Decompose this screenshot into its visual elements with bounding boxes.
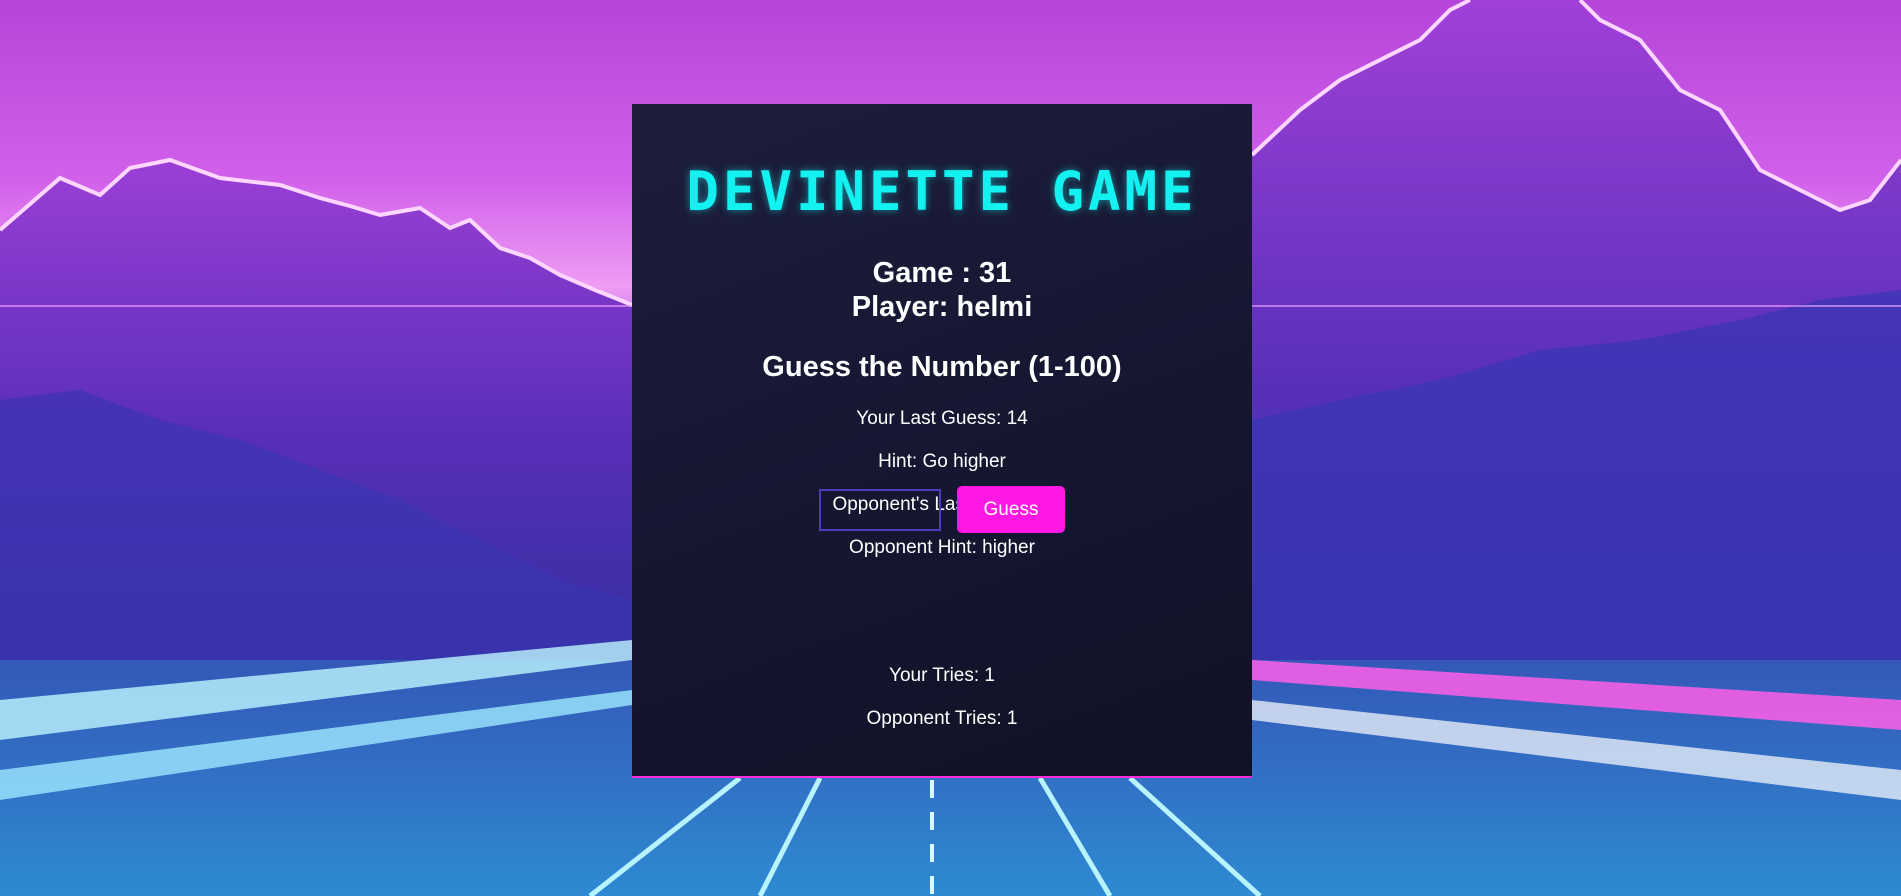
opponent-tries-text: Opponent Tries: 1: [866, 708, 1018, 729]
hint-text: Hint: Go higher: [878, 451, 1006, 472]
game-instructions: Guess the Number (1-100): [762, 351, 1122, 383]
player-name: Player: helmi: [851, 291, 1033, 323]
your-tries-text: Your Tries: 1: [889, 665, 995, 686]
guess-button[interactable]: Guess: [957, 486, 1065, 533]
game-panel: DEVINETTE GAME Game : 31 Player: helmi G…: [632, 104, 1252, 778]
last-guess-text: Your Last Guess: 14: [856, 408, 1028, 429]
game-meta: Game : 31 Player: helmi: [632, 256, 1252, 324]
game-page: DEVINETTE GAME Game : 31 Player: helmi G…: [0, 0, 1901, 896]
opponent-hint-text: Opponent Hint: higher: [849, 537, 1035, 558]
guess-input[interactable]: [819, 488, 941, 531]
game-number: Game : 31: [872, 257, 1012, 289]
game-title: DEVINETTE GAME: [686, 160, 1198, 223]
guess-form: Guess: [632, 486, 1252, 533]
